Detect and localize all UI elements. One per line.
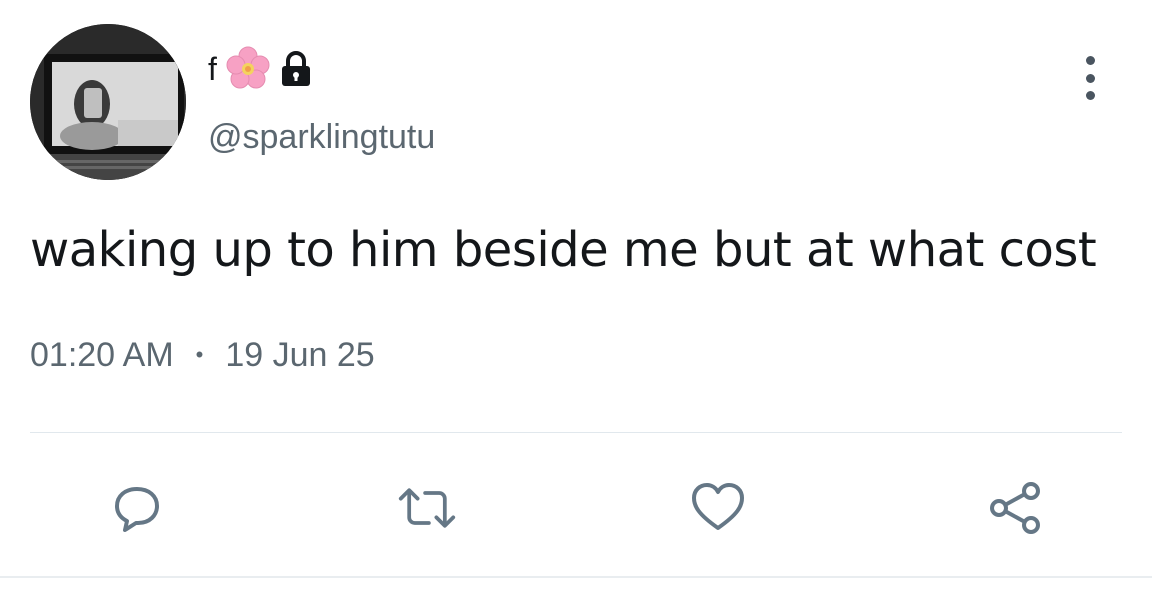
tweet-date: 19 Jun 25 [225,336,375,374]
divider [30,432,1122,433]
like-button[interactable] [688,478,748,538]
user-handle[interactable]: @sparklingtutu [208,120,435,154]
tweet-time: 01:20 AM [30,336,174,374]
like-icon [692,483,744,530]
tweet-card: f @sparklingtutu waking up to him beside… [0,0,1152,597]
flower-icon [225,46,271,92]
tweet-meta: 01:20 AM • 19 Jun 25 [30,338,375,372]
avatar[interactable] [30,24,186,180]
display-name[interactable]: f [208,53,217,85]
reply-icon [115,487,159,532]
more-dot [1085,73,1095,83]
user-name-row: f [208,44,313,94]
lock-icon [279,50,313,88]
meta-separator: • [195,342,204,367]
bottom-divider [0,576,1152,578]
share-icon [990,482,1040,534]
reply-button[interactable] [107,478,167,538]
retweet-button[interactable] [397,478,457,538]
more-dot [1085,91,1095,100]
share-button[interactable] [986,478,1046,538]
tweet-text: waking up to him beside me but at what c… [30,222,1097,278]
retweet-icon [398,488,456,528]
more-dot [1085,56,1095,65]
more-options-icon[interactable] [1072,56,1108,100]
avatar-image [30,24,186,180]
